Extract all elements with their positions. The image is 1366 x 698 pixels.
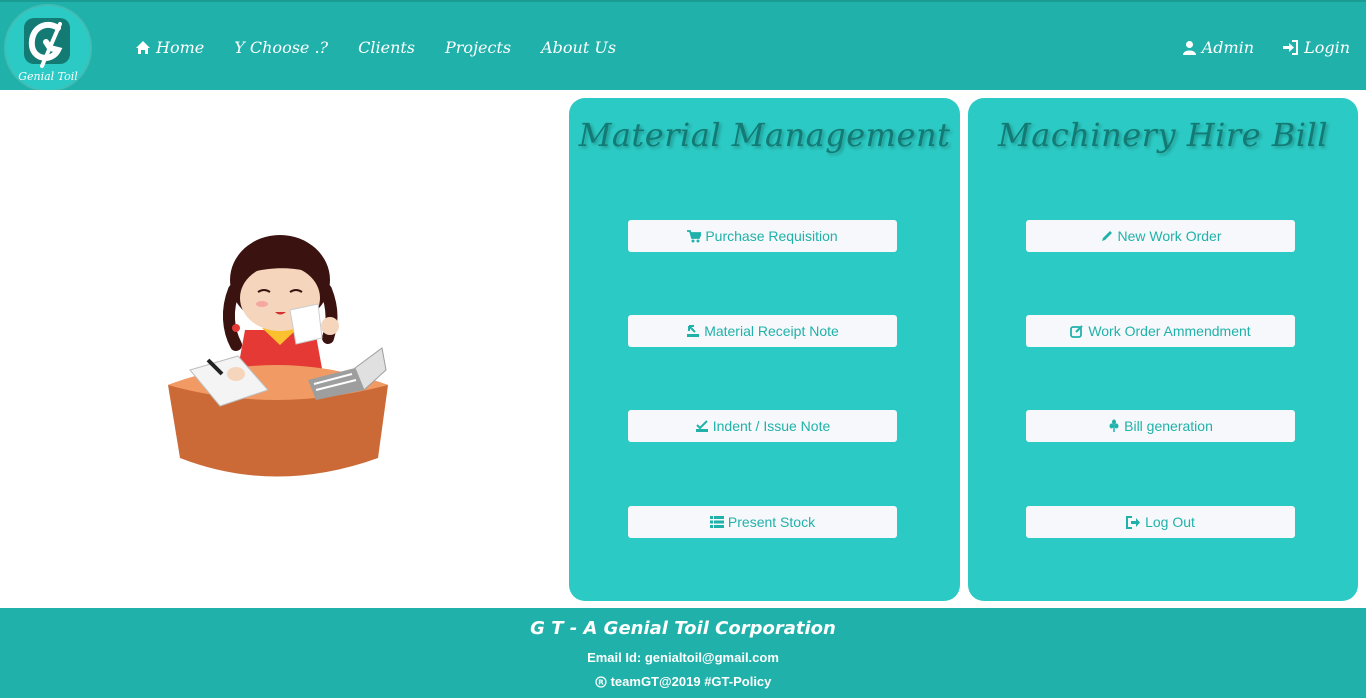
receipt-icon bbox=[687, 324, 700, 337]
cart-icon bbox=[687, 229, 702, 242]
nav-projects[interactable]: Projects bbox=[445, 36, 511, 58]
nav-admin-label: Admin bbox=[1201, 37, 1255, 57]
footer-copyright: R teamGT@2019 #GT-Policy bbox=[0, 674, 1366, 689]
footer-title: G T - A Genial Toil Corporation bbox=[530, 618, 836, 639]
present-stock-label: Present Stock bbox=[727, 514, 816, 530]
material-receipt-note-label: Material Receipt Note bbox=[704, 323, 839, 339]
list-icon bbox=[709, 516, 724, 528]
nav-login[interactable]: Login bbox=[1282, 36, 1350, 58]
nav-about-us[interactable]: About Us bbox=[541, 36, 616, 58]
present-stock-button[interactable]: Present Stock bbox=[628, 506, 897, 538]
login-icon bbox=[1283, 39, 1299, 55]
footer: G T - A Genial Toil Corporation Email Id… bbox=[0, 608, 1366, 698]
nav-admin[interactable]: Admin bbox=[1182, 36, 1254, 58]
issue-icon bbox=[695, 419, 708, 432]
office-girl-illustration bbox=[150, 220, 400, 500]
indent-issue-note-button[interactable]: Indent / Issue Note bbox=[628, 410, 897, 442]
bill-generation-label: Bill generation bbox=[1124, 418, 1213, 434]
footer-email: Email Id: genialtoil@gmail.com bbox=[587, 650, 779, 665]
nav-about-us-label: About Us bbox=[541, 37, 617, 57]
svg-text:Genial Toil: Genial Toil bbox=[18, 70, 78, 83]
edit-icon bbox=[1070, 325, 1084, 338]
material-management-title: Material Management bbox=[578, 116, 951, 154]
log-out-label: Log Out bbox=[1145, 514, 1195, 530]
work-order-ammendment-label: Work Order Ammendment bbox=[1088, 323, 1251, 339]
footer-copyright-label: teamGT@2019 #GT-Policy bbox=[610, 674, 772, 689]
purchase-requisition-label: Purchase Requisition bbox=[705, 228, 838, 244]
purchase-requisition-button[interactable]: Purchase Requisition bbox=[628, 220, 897, 252]
nav-why-choose-label: Y Choose .? bbox=[234, 37, 329, 57]
nav-home[interactable]: Home bbox=[135, 36, 204, 58]
material-receipt-note-button[interactable]: Material Receipt Note bbox=[628, 315, 897, 347]
nav-right: Admin Login bbox=[1154, 36, 1350, 58]
grain-icon bbox=[1109, 419, 1119, 432]
navbar: Genial Toil Home Y Choose .? Clients Pro… bbox=[0, 0, 1366, 90]
home-icon bbox=[136, 40, 150, 54]
machinery-hire-bill-panel: Machinery Hire Bill New Work Order Work … bbox=[968, 98, 1358, 601]
logout-icon bbox=[1126, 515, 1141, 529]
pencil-icon bbox=[1101, 231, 1112, 241]
nav-projects-label: Projects bbox=[445, 37, 512, 57]
girl-at-desk-illustration-icon bbox=[168, 235, 388, 477]
indent-issue-note-label: Indent / Issue Note bbox=[712, 418, 831, 434]
nav-left: Home Y Choose .? Clients Projects About … bbox=[135, 36, 646, 58]
nav-home-label: Home bbox=[156, 37, 205, 57]
nav-login-label: Login bbox=[1304, 37, 1350, 57]
nav-clients-label: Clients bbox=[358, 37, 416, 57]
svg-text:R: R bbox=[598, 678, 604, 686]
material-management-panel: Material Management Purchase Requisition… bbox=[569, 98, 960, 601]
user-icon bbox=[1182, 40, 1196, 55]
new-work-order-button[interactable]: New Work Order bbox=[1026, 220, 1295, 252]
brand-logo[interactable]: Genial Toil bbox=[6, 6, 90, 90]
machinery-hire-bill-title: Machinery Hire Bill bbox=[998, 116, 1328, 154]
nav-why-choose[interactable]: Y Choose .? bbox=[234, 36, 328, 58]
new-work-order-label: New Work Order bbox=[1117, 228, 1222, 244]
work-order-ammendment-button[interactable]: Work Order Ammendment bbox=[1026, 315, 1295, 347]
bill-generation-button[interactable]: Bill generation bbox=[1026, 410, 1295, 442]
genial-toil-logo-icon: Genial Toil bbox=[18, 18, 78, 83]
log-out-button[interactable]: Log Out bbox=[1026, 506, 1295, 538]
registered-icon: R bbox=[594, 675, 607, 688]
nav-clients[interactable]: Clients bbox=[358, 36, 415, 58]
